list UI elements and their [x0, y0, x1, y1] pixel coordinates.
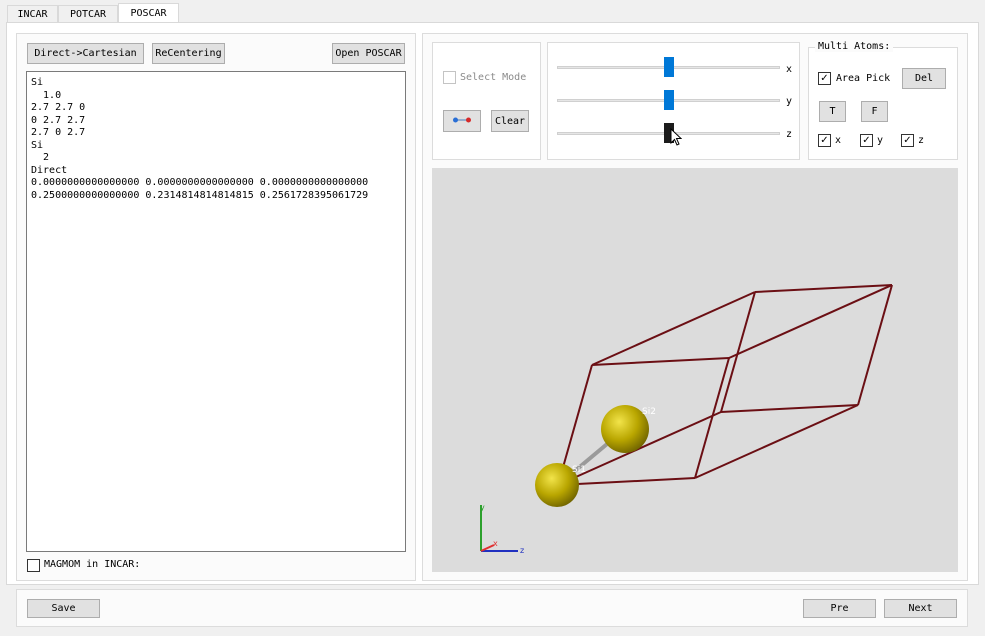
- axis-triad: y z x: [480, 503, 524, 555]
- y-checkbox-label: y: [877, 135, 884, 146]
- y-checkbox[interactable]: ✓: [860, 134, 873, 147]
- recentering-button[interactable]: ReCentering: [152, 43, 225, 64]
- y-check-icon: ✓: [862, 134, 871, 146]
- clear-button[interactable]: Clear: [491, 110, 529, 132]
- x-check-icon: ✓: [820, 134, 829, 146]
- tab-incar-label: INCAR: [17, 8, 48, 20]
- next-label: Next: [908, 603, 933, 614]
- pre-button[interactable]: Pre: [803, 599, 876, 618]
- poscar-textarea[interactable]: Si 1.0 2.7 2.7 0 0 2.7 2.7 2.7 0 2.7 Si …: [26, 71, 406, 552]
- slider-y-thumb[interactable]: [664, 90, 674, 110]
- open-poscar-label: Open POSCAR: [335, 48, 402, 59]
- select-mode-label: Select Mode: [460, 72, 527, 83]
- mouse-cursor-icon: [670, 127, 683, 149]
- axis-x-label: x: [493, 539, 498, 548]
- axis-z-label: z: [520, 546, 524, 555]
- pre-label: Pre: [830, 603, 849, 614]
- bond-icon: [452, 116, 472, 127]
- del-button[interactable]: Del: [902, 68, 946, 89]
- f-button[interactable]: F: [861, 101, 888, 122]
- next-button[interactable]: Next: [884, 599, 957, 618]
- direct-to-cartesian-label: Direct->Cartesian: [34, 48, 137, 59]
- area-pick-label: Area Pick: [836, 73, 891, 84]
- del-label: Del: [914, 73, 934, 84]
- slider-x-thumb[interactable]: [664, 57, 674, 77]
- tab-incar[interactable]: INCAR: [7, 5, 58, 22]
- f-label: F: [871, 106, 878, 117]
- bond-tool-button[interactable]: [443, 110, 481, 132]
- unit-cell-drawing: Si2 Si1 y z x: [480, 284, 893, 555]
- atom-si2-label: Si2: [642, 407, 656, 417]
- magmom-label: MAGMOM in INCAR:: [44, 559, 141, 570]
- direct-to-cartesian-button[interactable]: Direct->Cartesian: [27, 43, 144, 64]
- slider-x-label: x: [786, 64, 793, 75]
- tab-potcar[interactable]: POTCAR: [58, 5, 118, 22]
- area-pick-checkbox[interactable]: ✓: [818, 72, 831, 85]
- save-button[interactable]: Save: [27, 599, 100, 618]
- atom-si1-label: Si1: [572, 465, 586, 475]
- select-mode-group: [432, 42, 541, 160]
- x-checkbox[interactable]: ✓: [818, 134, 831, 147]
- unit-cell-edges: [557, 284, 893, 486]
- tab-poscar-label: POSCAR: [130, 8, 167, 19]
- z-check-icon: ✓: [903, 134, 912, 146]
- axis-y-label: y: [480, 503, 485, 512]
- t-button[interactable]: T: [819, 101, 846, 122]
- save-label: Save: [51, 603, 76, 614]
- tab-poscar[interactable]: POSCAR: [118, 3, 179, 23]
- recentering-label: ReCentering: [155, 48, 222, 59]
- z-checkbox-label: z: [918, 135, 925, 146]
- clear-label: Clear: [494, 115, 526, 127]
- z-checkbox[interactable]: ✓: [901, 134, 914, 147]
- area-pick-check-icon: ✓: [820, 72, 829, 84]
- magmom-checkbox[interactable]: [27, 559, 40, 572]
- structure-3d-viewport[interactable]: Si2 Si1 y z x: [432, 168, 958, 572]
- tab-potcar-label: POTCAR: [69, 8, 107, 20]
- slider-y-label: y: [786, 96, 793, 107]
- slider-z-label: z: [786, 129, 793, 140]
- open-poscar-button[interactable]: Open POSCAR: [332, 43, 405, 64]
- multi-atoms-title: Multi Atoms:: [815, 41, 894, 52]
- select-mode-checkbox[interactable]: [443, 71, 456, 84]
- x-checkbox-label: x: [835, 135, 842, 146]
- t-label: T: [829, 106, 836, 117]
